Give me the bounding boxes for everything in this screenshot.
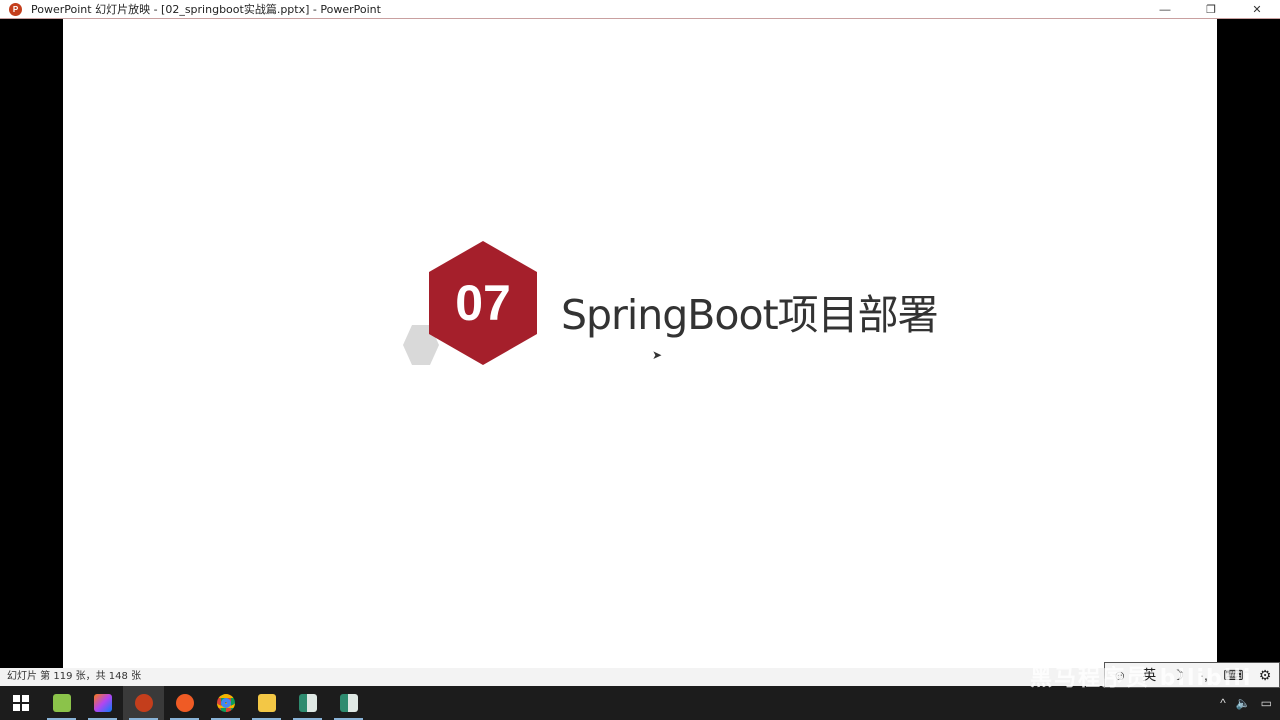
postman-icon bbox=[175, 694, 194, 712]
moon-icon[interactable]: ☽ bbox=[1172, 667, 1185, 684]
slide-status: 幻灯片 第 119 张，共 148 张 bbox=[0, 668, 1280, 686]
section-number: 07 bbox=[455, 275, 511, 331]
app-window-icon bbox=[339, 694, 358, 712]
slide-title: SpringBoot项目部署 bbox=[561, 291, 939, 339]
app-window-icon bbox=[298, 694, 317, 712]
minimize-button[interactable]: — bbox=[1142, 0, 1188, 19]
system-tray: ^ 🔈 ▭ bbox=[1220, 686, 1272, 720]
powerpoint-icon: P bbox=[9, 2, 22, 16]
taskbar bbox=[0, 686, 1280, 720]
powerpoint-taskbar-icon bbox=[134, 694, 153, 712]
taskbar-intellij[interactable] bbox=[82, 686, 123, 720]
start-button[interactable] bbox=[0, 686, 41, 720]
taskbar-app-window-2[interactable] bbox=[328, 686, 369, 720]
slide[interactable]: 07 SpringBoot项目部署 ➤ bbox=[63, 19, 1217, 668]
ime-avatar-icon[interactable]: ☺ bbox=[1113, 667, 1127, 683]
intellij-icon bbox=[93, 694, 112, 712]
ime-toolbar: ☺ 英 ☽ ·, ⌨ ⚙ bbox=[1104, 662, 1280, 688]
close-button[interactable]: ✕ bbox=[1234, 0, 1280, 19]
volume-icon[interactable]: 🔈 bbox=[1236, 696, 1251, 710]
restore-button[interactable]: ❐ bbox=[1188, 0, 1234, 19]
folder-icon bbox=[257, 694, 276, 712]
window-title: PowerPoint 幻灯片放映 - [02_springboot实战篇.ppt… bbox=[31, 3, 381, 16]
notification-icon[interactable]: ▭ bbox=[1261, 696, 1272, 710]
taskbar-postman[interactable] bbox=[164, 686, 205, 720]
tray-chevron-icon[interactable]: ^ bbox=[1220, 696, 1226, 710]
chrome-icon bbox=[216, 694, 235, 712]
taskbar-file-explorer[interactable] bbox=[246, 686, 287, 720]
settings-icon[interactable]: ⚙ bbox=[1259, 667, 1272, 684]
windows-icon bbox=[12, 695, 29, 711]
taskbar-chrome[interactable] bbox=[205, 686, 246, 720]
keyboard-icon[interactable]: ⌨ bbox=[1223, 667, 1243, 684]
ime-mode-toggle[interactable]: 英 bbox=[1142, 665, 1156, 685]
punctuation-icon[interactable]: ·, bbox=[1199, 667, 1208, 683]
section-number-hexagon: 07 bbox=[429, 241, 537, 365]
taskbar-powerpoint[interactable] bbox=[123, 686, 164, 720]
mouse-cursor-icon: ➤ bbox=[652, 348, 663, 362]
taskbar-app-window-1[interactable] bbox=[287, 686, 328, 720]
taskbar-notepadpp[interactable] bbox=[41, 686, 82, 720]
title-bar: P PowerPoint 幻灯片放映 - [02_springboot实战篇.p… bbox=[0, 0, 1280, 19]
notepadpp-icon bbox=[52, 694, 71, 712]
